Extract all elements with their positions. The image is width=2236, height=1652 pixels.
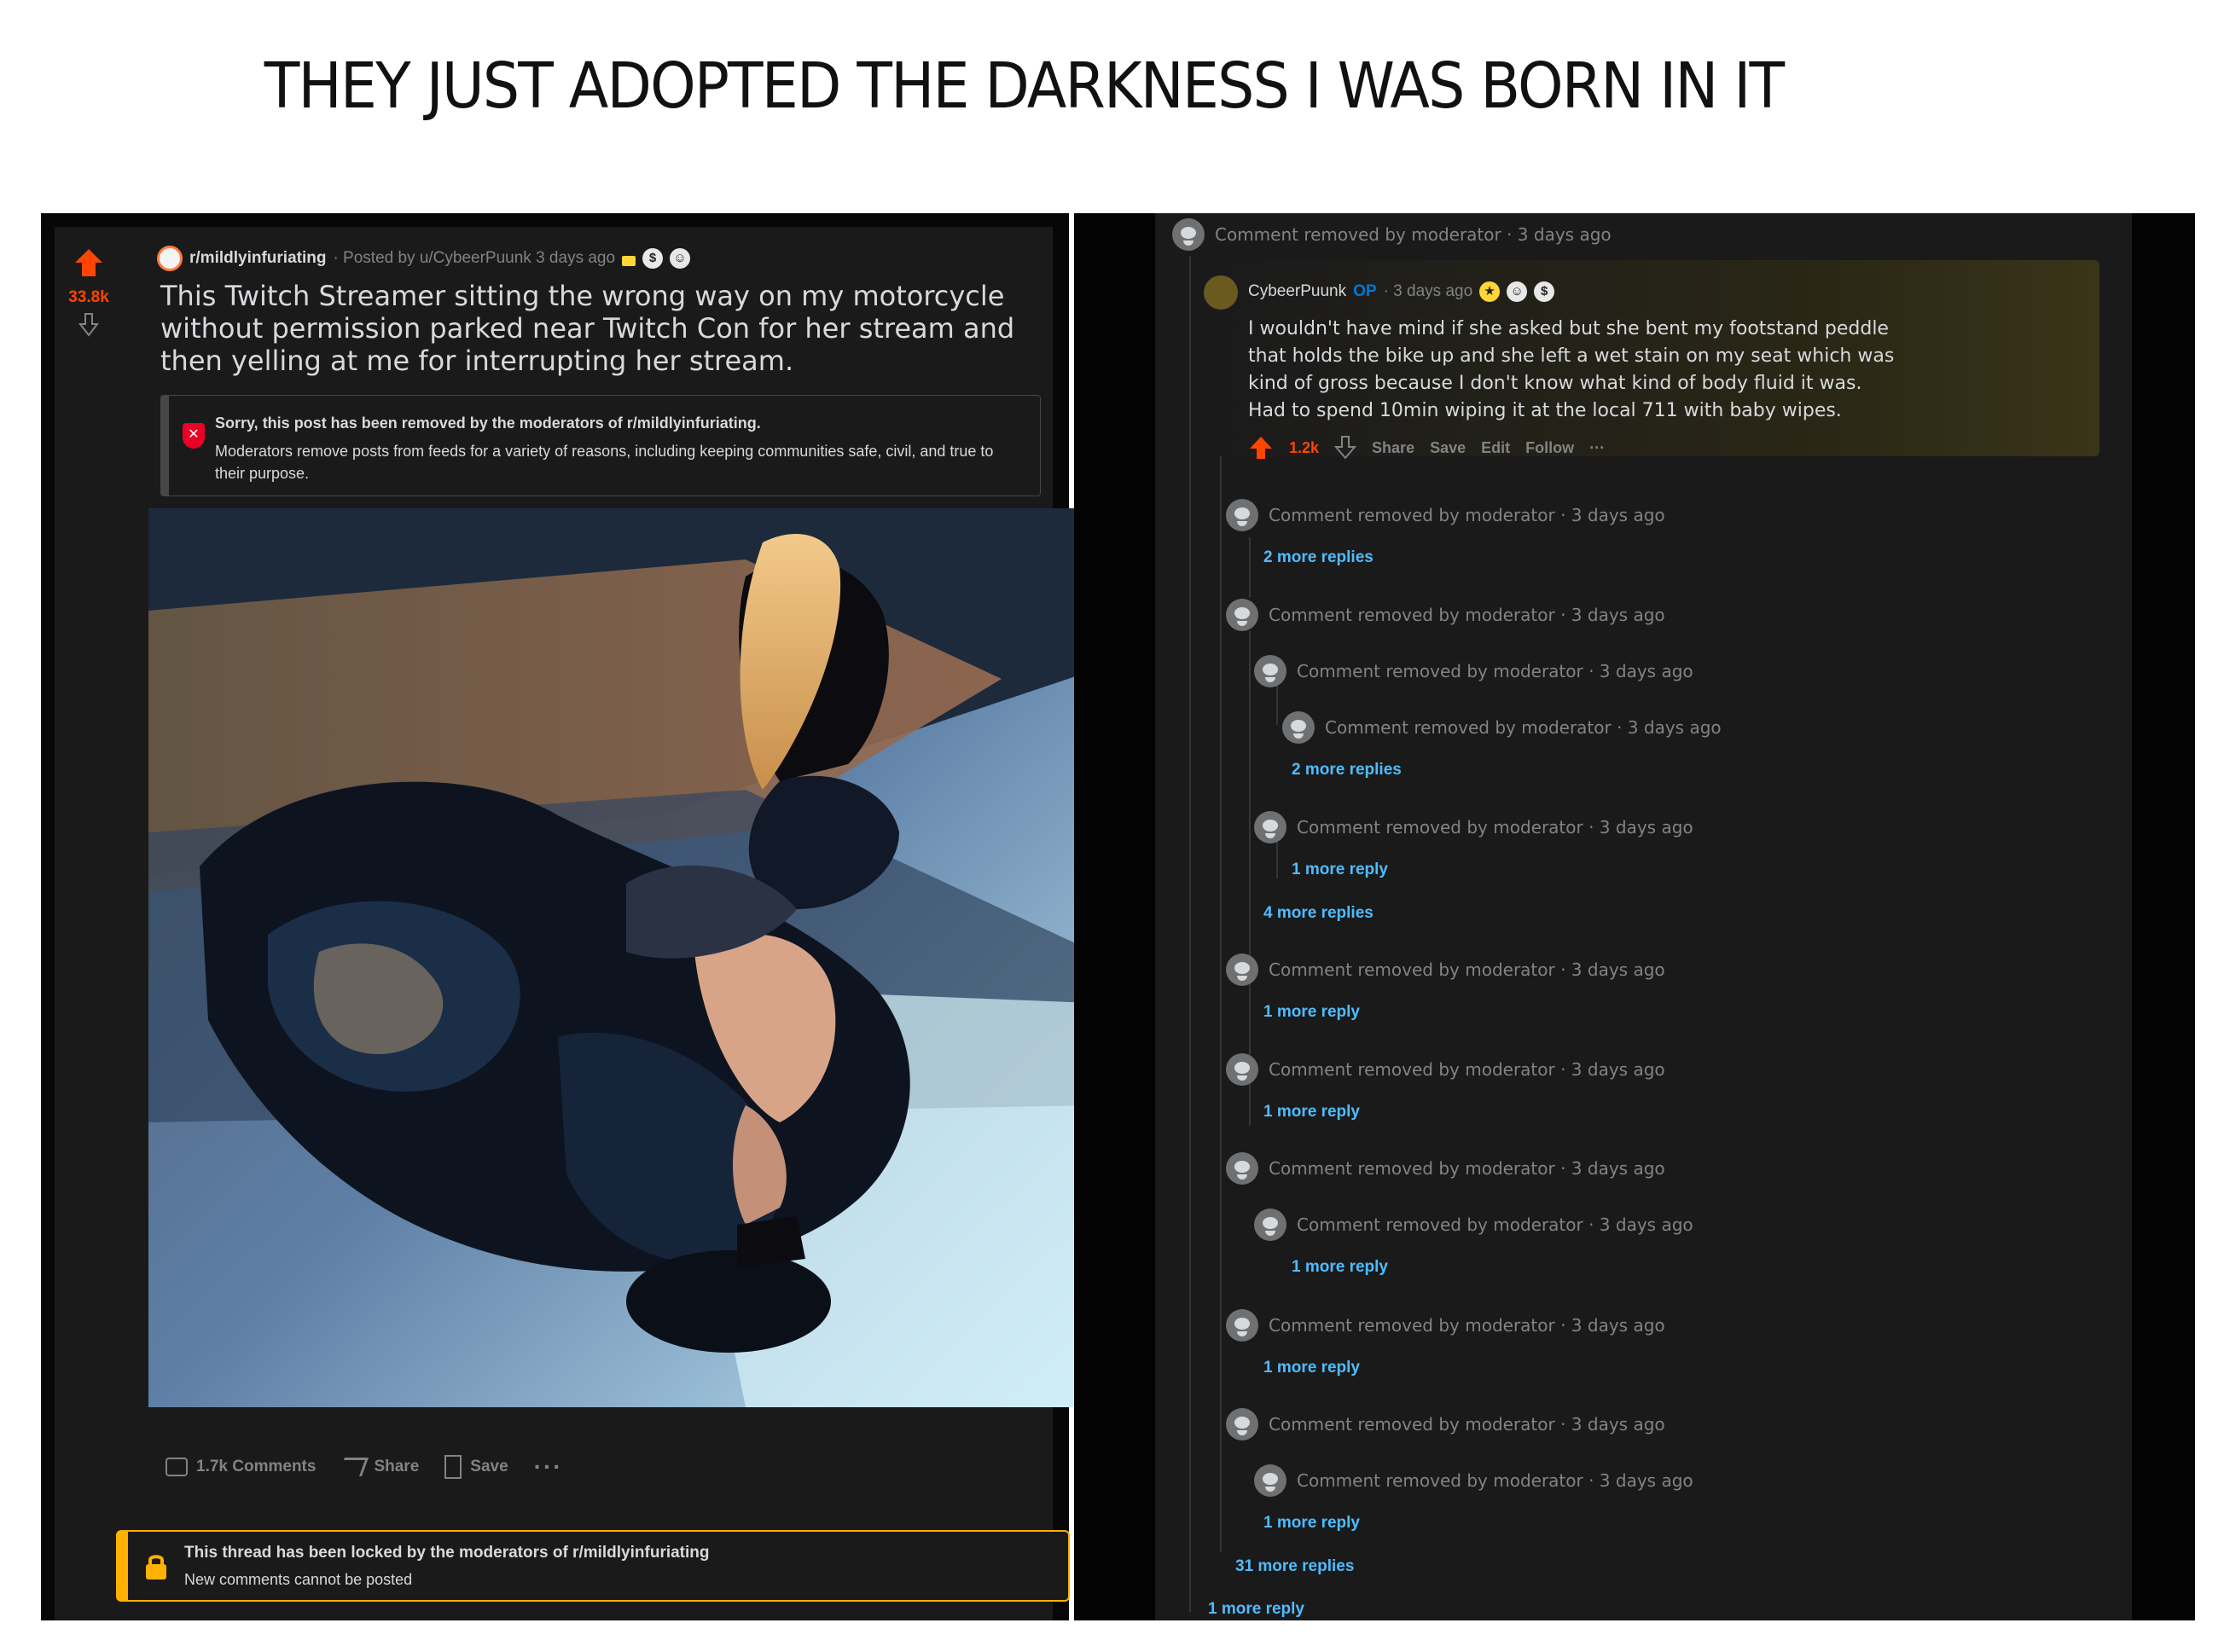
subreddit-link[interactable]: r/mildlyinfuriating [189,249,326,268]
avatar [1226,1309,1258,1342]
locked-notice: This thread has been locked by the moder… [116,1530,1070,1602]
op-comment-actions: 1.2k Share Save Edit Follow ··· [1248,435,1605,461]
op-comment-body: I wouldn't have mind if she asked but sh… [1248,318,1895,421]
upvote-arrow-stem [82,263,96,276]
more-options-button[interactable]: ··· [534,1455,563,1479]
removed-comment: Comment removed by moderator · 3 days ag… [1215,224,1612,245]
save-label: Save [470,1458,508,1475]
op-tag: OP [1353,282,1377,300]
comments-screenshot-panel: Comment removed by moderator · 3 days ag… [1074,213,2195,1620]
op-comment: CybeerPuunk OP · 3 days ago ★ ☺ $ I woul… [1204,260,2100,460]
avatar [1254,655,1286,687]
removed-comment: Comment removed by moderator · 3 days ag… [1325,717,1722,738]
more-options-button[interactable]: ··· [1589,439,1605,457]
subreddit-avatar[interactable] [157,246,183,271]
more-reply-link[interactable]: 1 more reply [1263,1359,1360,1377]
follow-button[interactable]: Follow [1525,439,1574,457]
share-icon [338,1458,369,1476]
save-button[interactable]: Save [444,1455,508,1479]
silver-award-icon: $ [1534,281,1555,302]
locked-notice-title: This thread has been locked by the moder… [184,1544,710,1562]
more-replies-link[interactable]: 2 more replies [1263,548,1374,567]
hug-award-icon: ☺ [1507,281,1528,302]
lock-icon [622,256,636,266]
removed-comment: Comment removed by moderator · 3 days ag… [1269,959,1665,980]
avatar [1226,599,1258,631]
thread-line [1249,631,1251,1126]
post-card: 33.8k r/mildlyinfuriating · Posted by u/… [55,227,1094,1620]
removed-comment: Comment removed by moderator · 3 days ag… [1269,1414,1665,1435]
silver-award-icon: $ [642,248,664,269]
avatar [1254,1209,1286,1241]
share-button[interactable]: Share [338,1458,420,1476]
thread-line [1220,316,1222,1552]
posted-by: · Posted by u/CybeerPuunk 3 days ago [333,249,616,267]
removed-comment: Comment removed by moderator · 3 days ag… [1269,505,1665,525]
comments-label: 1.7k Comments [196,1458,317,1475]
avatar [1226,1152,1258,1185]
removed-comment: Comment removed by moderator · 3 days ag… [1269,1158,1665,1179]
downvote-arrow-icon[interactable] [1334,435,1357,461]
edit-button[interactable]: Edit [1481,439,1510,457]
avatar [1226,1408,1258,1440]
op-comment-header: CybeerPuunk OP · 3 days ago ★ ☺ $ [1248,281,1555,302]
bookmark-icon [444,1455,462,1479]
removed-comment: Comment removed by moderator · 3 days ag… [1269,1315,1665,1336]
removed-notice-text: Moderators remove posts from feeds for a… [215,443,994,482]
removed-comment: Comment removed by moderator · 3 days ag… [1269,605,1665,625]
gold-award-icon: ★ [1479,281,1501,302]
avatar [1172,218,1205,251]
avatar [1254,1464,1286,1497]
share-button[interactable]: Share [1372,439,1414,457]
upvote-arrow-icon[interactable] [1248,435,1274,461]
removed-comment: Comment removed by moderator · 3 days ag… [1297,817,1693,838]
share-label: Share [374,1458,420,1475]
post-meta: r/mildlyinfuriating · Posted by u/Cybeer… [157,244,691,273]
meme-caption: THEY JUST ADOPTED THE DARKNESS I WAS BOR… [264,49,1785,123]
more-reply-link[interactable]: 1 more reply [1292,1258,1388,1277]
op-comment-score: 1.2k [1289,438,1320,456]
downvote-arrow-icon[interactable] [78,312,99,338]
more-replies-link[interactable]: 31 more replies [1235,1557,1354,1576]
avatar [1226,954,1258,986]
avatar [1226,499,1258,531]
upvote-arrow-icon[interactable] [75,249,102,263]
more-reply-link[interactable]: 1 more reply [1208,1600,1304,1619]
comment-icon [166,1458,188,1476]
removed-notice-title: Sorry, this post has been removed by the… [215,414,761,432]
removed-comment: Comment removed by moderator · 3 days ag… [1297,661,1693,681]
shield-x-icon: ✕ [183,423,205,449]
removed-notice: ✕ Sorry, this post has been removed by t… [160,395,1041,496]
more-replies-link[interactable]: 2 more replies [1292,761,1402,780]
avatar [1282,711,1315,744]
more-reply-link[interactable]: 1 more reply [1263,1003,1360,1022]
avatar [1254,811,1286,843]
hug-award-icon: ☺ [670,248,691,269]
removed-comment: Comment removed by moderator · 3 days ag… [1269,1059,1665,1080]
more-reply-link[interactable]: 1 more reply [1263,1103,1360,1122]
removed-comment: Comment removed by moderator · 3 days ag… [1297,1470,1693,1491]
comment-thread: Comment removed by moderator · 3 days ag… [1155,213,2132,1620]
save-button[interactable]: Save [1430,439,1466,457]
post-title[interactable]: This Twitch Streamer sitting the wrong w… [160,280,1048,377]
post-image[interactable] [148,508,1094,1407]
avatar [1226,1053,1258,1086]
post-action-bar: 1.7k Comments Share Save ··· [166,1455,563,1479]
motorcycle-photo [148,508,1094,1407]
post-screenshot-panel: 33.8k r/mildlyinfuriating · Posted by u/… [41,213,1094,1620]
op-username[interactable]: CybeerPuunk [1248,282,1346,301]
more-reply-link[interactable]: 1 more reply [1263,1514,1360,1533]
thread-line [1189,256,1191,1612]
op-avatar[interactable] [1204,275,1238,310]
removed-comment: Comment removed by moderator · 3 days ag… [1297,1214,1693,1235]
locked-notice-text: New comments cannot be posted [184,1571,413,1588]
op-time: · 3 days ago [1383,282,1473,300]
thread-line [1249,537,1251,597]
lock-icon [146,1555,166,1580]
vote-count: 33.8k [68,288,109,306]
more-replies-link[interactable]: 4 more replies [1263,904,1374,923]
more-reply-link[interactable]: 1 more reply [1292,861,1388,879]
comments-button[interactable]: 1.7k Comments [166,1458,316,1476]
